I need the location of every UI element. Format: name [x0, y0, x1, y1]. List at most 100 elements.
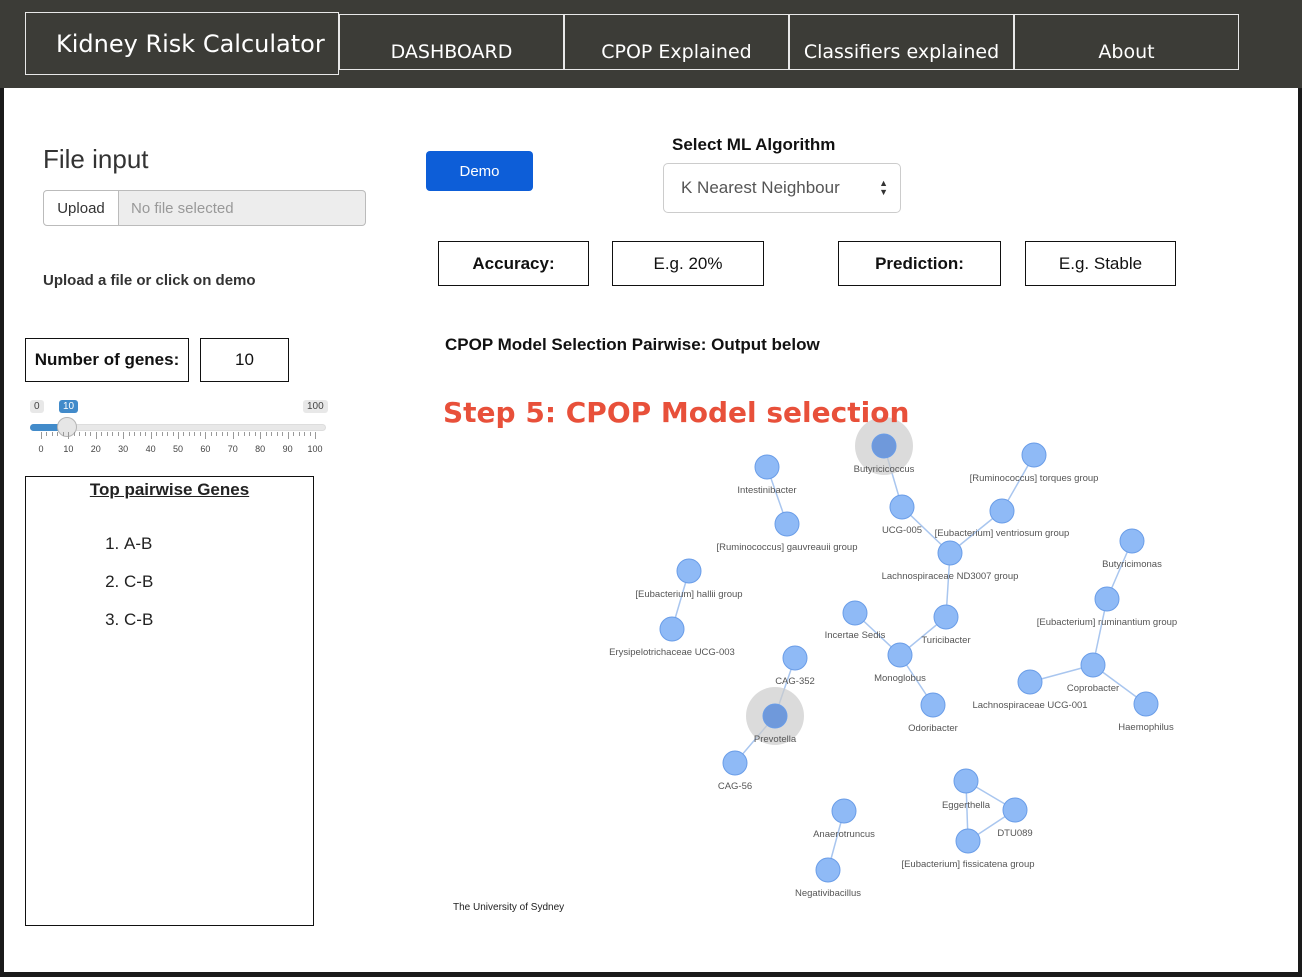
slider-tick: [51, 432, 53, 436]
slider-tick: [57, 432, 59, 436]
graph-node[interactable]: [1017, 669, 1043, 695]
graph-node-label: Butyricicoccus: [854, 464, 915, 475]
graph-node[interactable]: [933, 604, 959, 630]
graph-node-label: [Eubacterium] ventriosum group: [935, 528, 1070, 539]
graph-node[interactable]: [989, 498, 1015, 524]
nav-about[interactable]: About: [1014, 14, 1239, 70]
graph-node[interactable]: [762, 703, 788, 729]
graph-node[interactable]: [676, 558, 702, 584]
graph-node-label: Monoglobus: [874, 673, 926, 684]
slider-tick: [156, 432, 158, 436]
graph-node-label: Eggerthella: [942, 800, 991, 811]
graph-node-label: Incertae Sedis: [825, 630, 886, 641]
graph-node[interactable]: [920, 692, 946, 718]
graph-node[interactable]: [1133, 691, 1159, 717]
graph-node[interactable]: [815, 857, 841, 883]
graph-node[interactable]: [831, 798, 857, 824]
graph-node[interactable]: [782, 645, 808, 671]
slider-tick: [84, 432, 86, 436]
nav-about-label: About: [1098, 41, 1155, 63]
graph-node-label: CAG-352: [775, 676, 815, 687]
app-title-text: Kidney Risk Calculator: [56, 29, 325, 58]
slider-tick: [183, 432, 185, 436]
file-name-field[interactable]: No file selected: [119, 190, 366, 226]
graph-node[interactable]: [1002, 797, 1028, 823]
graph-node-label: Anaerotruncus: [813, 829, 875, 840]
slider-tick: [46, 432, 48, 436]
slider-tick-label: 70: [227, 444, 238, 454]
slider-tick: [293, 432, 295, 436]
app-title[interactable]: Kidney Risk Calculator: [25, 12, 339, 75]
graph-node-label: Haemophilus: [1118, 722, 1174, 733]
slider-min-label: 0: [30, 400, 44, 413]
graph-node[interactable]: [774, 511, 800, 537]
slider-tick: [95, 432, 97, 439]
slider-tick: [117, 432, 119, 436]
slider-tick: [271, 432, 273, 436]
slider-tick: [145, 432, 147, 436]
graph-node[interactable]: [1094, 586, 1120, 612]
slider-tick: [227, 432, 229, 436]
accuracy-value: E.g. 20%: [612, 241, 764, 286]
slider-tick: [161, 432, 163, 436]
graph-node-label: Erysipelotrichaceae UCG-003: [609, 647, 735, 658]
slider-tick: [194, 432, 196, 436]
slider-tick: [172, 432, 174, 436]
graph-node[interactable]: [1080, 652, 1106, 678]
slider-tick: [309, 432, 311, 436]
graph-node[interactable]: [722, 750, 748, 776]
slider-tick: [243, 432, 245, 436]
slider-tick: [315, 432, 316, 439]
slider-tick: [298, 432, 300, 436]
accuracy-label: Accuracy:: [438, 241, 589, 286]
nav-dashboard[interactable]: DASHBOARD: [339, 14, 564, 70]
graph-node[interactable]: [659, 616, 685, 642]
graph-node[interactable]: [754, 454, 780, 480]
slider-tick: [134, 432, 136, 436]
network-graph: Butyricicoccus Intestinibacter [Ruminococc…: [609, 417, 1177, 899]
graph-node-label: [Eubacterium] fissicatena group: [901, 859, 1034, 870]
graph-node[interactable]: [953, 768, 979, 794]
graph-node[interactable]: [887, 642, 913, 668]
slider-tick: [167, 432, 169, 436]
graph-node[interactable]: [871, 433, 897, 459]
slider-tick-label: 40: [145, 444, 156, 454]
select-caret-icon: ▲ ▼: [879, 178, 888, 197]
slider-tick-label: 80: [255, 444, 266, 454]
frame-border-right: [1298, 88, 1302, 977]
slider-tick: [282, 432, 284, 436]
upload-button[interactable]: Upload: [43, 190, 119, 226]
graph-node-label: CAG-56: [718, 781, 752, 792]
demo-button[interactable]: Demo: [426, 151, 533, 191]
slider-tick: [106, 432, 108, 436]
graph-node-label: Intestinibacter: [737, 485, 796, 496]
step-title: Step 5: CPOP Model selection: [443, 396, 910, 429]
graph-node[interactable]: [842, 600, 868, 626]
graph-node-label: [Eubacterium] hallii group: [635, 589, 742, 600]
list-item: A-B: [124, 525, 153, 563]
slider-tick: [232, 432, 234, 439]
slider-tick: [123, 432, 125, 439]
slider-tick: [139, 432, 141, 436]
graph-node[interactable]: [955, 828, 981, 854]
nav-cpop-explained[interactable]: CPOP Explained: [564, 14, 789, 70]
nav-classifiers-explained[interactable]: Classifiers explained: [789, 14, 1014, 70]
genes-slider[interactable]: 0 10 100 0 10 20 30 40 50 60 70 80 90 100: [28, 400, 328, 460]
graph-node[interactable]: [937, 540, 963, 566]
slider-tick-label: 10: [63, 444, 74, 454]
graph-node[interactable]: [1021, 442, 1047, 468]
graph-node-label: [Ruminococcus] gauvreauii group: [717, 542, 858, 553]
graph-node-label: Turicibacter: [921, 635, 970, 646]
algorithm-select[interactable]: K Nearest Neighbour ▲ ▼: [663, 163, 901, 213]
slider-tick-label: 100: [307, 444, 323, 454]
genes-count-value: 10: [200, 338, 289, 382]
graph-node[interactable]: [1119, 528, 1145, 554]
prediction-label: Prediction:: [838, 241, 1001, 286]
slider-tick: [90, 432, 92, 436]
nav-dashboard-label: DASHBOARD: [390, 41, 513, 63]
graph-node-label: Lachnospiraceae ND3007 group: [882, 571, 1019, 582]
slider-tick: [112, 432, 114, 436]
slider-tick: [210, 432, 212, 436]
slider-tick: [68, 432, 70, 439]
graph-node[interactable]: [889, 494, 915, 520]
